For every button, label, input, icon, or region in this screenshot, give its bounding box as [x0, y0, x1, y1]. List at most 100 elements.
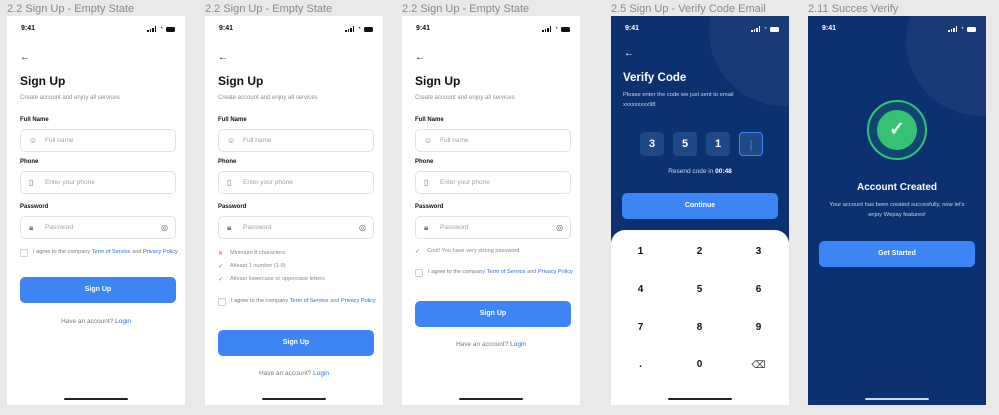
page-subtitle: Create account and enjoy all services — [218, 95, 318, 101]
login-link[interactable]: Login — [313, 370, 329, 377]
otp-digit[interactable]: 1 — [706, 132, 730, 156]
full-name-input[interactable]: ☺ Full name — [415, 129, 571, 152]
wifi-icon: ◔ — [159, 26, 163, 32]
key-1[interactable]: 1 — [611, 246, 670, 257]
wifi-icon: ◔ — [554, 26, 558, 32]
page-title: Sign Up — [415, 74, 461, 88]
login-link[interactable]: Login — [115, 318, 131, 325]
phone-input[interactable]: ▯ Enter your phone — [20, 171, 176, 194]
key-9[interactable]: 9 — [729, 322, 788, 333]
resend-countdown: 00:48 — [715, 168, 732, 175]
page-subtitle: Create account and enjoy all services — [415, 95, 515, 101]
home-indicator — [459, 398, 523, 400]
privacy-policy-link[interactable]: Privacy Policy — [538, 269, 573, 275]
key-7[interactable]: 7 — [611, 322, 670, 333]
status-bar: 9:41 ◔ — [205, 25, 383, 35]
login-link[interactable]: Login — [510, 341, 526, 348]
terms-checkbox[interactable] — [218, 298, 226, 306]
status-bar: 9:41 ◔ — [402, 25, 580, 35]
home-indicator — [262, 398, 326, 400]
key-0[interactable]: 0 — [670, 359, 729, 370]
otp-digit[interactable]: 5 — [673, 132, 697, 156]
frame-label: 2.11 Succes Verify — [808, 3, 899, 15]
phone-label: Phone — [415, 159, 434, 165]
key-dot[interactable]: . — [611, 359, 670, 370]
full-name-input[interactable]: ☺ Full name — [218, 129, 374, 152]
frame-label: 2.2 Sign Up - Empty State — [7, 3, 135, 15]
masked-email: xxxxxxxxx98 — [623, 102, 656, 108]
terms-checkbox[interactable] — [415, 269, 423, 277]
password-label: Password — [415, 204, 444, 210]
phone-placeholder: Enter your phone — [243, 179, 293, 186]
status-time: 9:41 — [822, 25, 837, 32]
frame-label: 2.5 Sign Up - Verify Code Email — [611, 3, 766, 15]
terms-of-service-link[interactable]: Term of Service — [290, 298, 329, 304]
otp-digit-active[interactable]: | — [739, 132, 763, 156]
back-arrow-icon[interactable]: ← — [415, 52, 425, 63]
battery-icon — [967, 26, 976, 32]
phone-input[interactable]: ▯ Enter your phone — [218, 171, 374, 194]
battery-icon — [166, 26, 175, 32]
otp-digit[interactable]: 3 — [640, 132, 664, 156]
backspace-icon[interactable]: ⌫ — [729, 360, 788, 371]
terms-and: and — [130, 249, 143, 255]
lock-icon: 🔒︎ — [424, 223, 429, 232]
page-title: Verify Code — [623, 72, 687, 84]
terms-and: and — [525, 269, 538, 275]
privacy-policy-link[interactable]: Privacy Policy — [143, 249, 178, 255]
password-label: Password — [20, 204, 49, 210]
phone-placeholder: Enter your phone — [440, 179, 490, 186]
page-title: Sign Up — [20, 74, 66, 88]
hint-text: Minimum 8 characters — [230, 250, 286, 256]
back-arrow-icon[interactable]: ← — [624, 48, 634, 59]
key-4[interactable]: 4 — [611, 284, 670, 295]
key-8[interactable]: 8 — [670, 322, 729, 333]
back-arrow-icon[interactable]: ← — [20, 52, 30, 63]
eye-off-icon[interactable]: ◎ — [359, 223, 366, 233]
password-input[interactable]: 🔒︎ Password ◎ — [218, 216, 374, 239]
otp-input[interactable]: 3 5 1 | — [640, 132, 763, 156]
frame-label: 2.2 Sign Up - Empty State — [205, 3, 333, 15]
continue-button[interactable]: Continue — [622, 193, 778, 219]
password-hint: ✓ Atleast 1 number (1-9) — [218, 263, 286, 270]
signal-icon — [147, 26, 157, 32]
terms-of-service-link[interactable]: Term of Service — [92, 249, 131, 255]
phone-icon: ▯ — [227, 178, 232, 187]
phone-input[interactable]: ▯ Enter your phone — [415, 171, 571, 194]
verify-subtitle: Please enter the code we just sent to em… — [623, 92, 734, 98]
status-time: 9:41 — [219, 25, 234, 32]
sign-up-button[interactable]: Sign Up — [20, 277, 176, 303]
user-icon: ☺ — [424, 136, 433, 145]
terms-checkbox[interactable] — [20, 249, 28, 257]
phone-verify-code: 9:41 ◔ ← Verify Code Please enter the co… — [611, 16, 789, 405]
check-icon: ✓ — [415, 249, 421, 255]
full-name-label: Full Name — [20, 117, 49, 123]
full-name-placeholder: Full name — [440, 137, 469, 144]
eye-off-icon[interactable]: ◎ — [556, 223, 563, 233]
resend-text: Resend code in — [668, 168, 716, 175]
password-placeholder: Password — [440, 224, 469, 231]
key-2[interactable]: 2 — [670, 246, 729, 257]
eye-off-icon[interactable]: ◎ — [161, 223, 168, 233]
back-arrow-icon[interactable]: ← — [218, 52, 228, 63]
terms-of-service-link[interactable]: Term of Service — [487, 269, 526, 275]
page-subtitle: Your account has been created succesfull… — [829, 202, 965, 218]
password-input[interactable]: 🔒︎ Password ◎ — [415, 216, 571, 239]
home-indicator — [865, 398, 929, 400]
key-6[interactable]: 6 — [729, 284, 788, 295]
lock-icon: 🔒︎ — [29, 223, 34, 232]
sign-up-button[interactable]: Sign Up — [218, 330, 374, 356]
phone-label: Phone — [20, 159, 39, 165]
get-started-button[interactable]: Get Started — [819, 241, 975, 267]
full-name-input[interactable]: ☺ Full name — [20, 129, 176, 152]
password-input[interactable]: 🔒︎ Password ◎ — [20, 216, 176, 239]
signal-icon — [948, 26, 958, 32]
have-account-row: Have an account? Login — [7, 318, 185, 325]
user-icon: ☺ — [227, 136, 236, 145]
numeric-keypad: 1 2 3 4 5 6 7 8 9 . 0 ⌫ — [611, 230, 789, 405]
sign-up-button[interactable]: Sign Up — [415, 301, 571, 327]
key-5[interactable]: 5 — [670, 284, 729, 295]
privacy-policy-link[interactable]: Privacy Policy — [341, 298, 376, 304]
home-indicator — [668, 398, 732, 400]
key-3[interactable]: 3 — [729, 246, 788, 257]
